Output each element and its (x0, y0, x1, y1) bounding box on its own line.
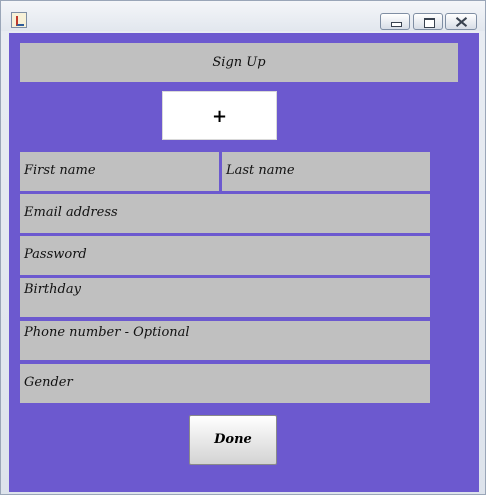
minimize-icon[interactable] (380, 13, 410, 30)
email-placeholder: Email address (24, 205, 118, 220)
phone-field[interactable]: Phone number - Optional (20, 321, 430, 360)
birthday-placeholder: Birthday (24, 282, 81, 297)
app-window: Sign Up + First name Last name Email add… (0, 0, 486, 495)
birthday-field[interactable]: Birthday (20, 278, 430, 317)
maximize-icon[interactable] (413, 13, 443, 30)
signup-header: Sign Up (20, 43, 458, 82)
password-placeholder: Password (24, 247, 87, 262)
last-name-field[interactable]: Last name (222, 152, 430, 191)
close-icon[interactable] (445, 13, 477, 30)
gender-placeholder: Gender (24, 375, 73, 390)
signup-panel: Sign Up + First name Last name Email add… (9, 33, 479, 492)
signup-label: Sign Up (212, 55, 266, 70)
gender-field[interactable]: Gender (20, 364, 430, 403)
first-name-field[interactable]: First name (20, 152, 219, 191)
password-field[interactable]: Password (20, 236, 430, 275)
java-app-icon (11, 12, 27, 28)
done-button[interactable]: Done (189, 415, 277, 465)
title-bar[interactable] (1, 1, 485, 31)
email-field[interactable]: Email address (20, 194, 430, 233)
first-name-placeholder: First name (24, 163, 96, 178)
phone-placeholder: Phone number - Optional (24, 325, 190, 340)
add-photo-button[interactable]: + (162, 91, 277, 140)
last-name-placeholder: Last name (226, 163, 295, 178)
